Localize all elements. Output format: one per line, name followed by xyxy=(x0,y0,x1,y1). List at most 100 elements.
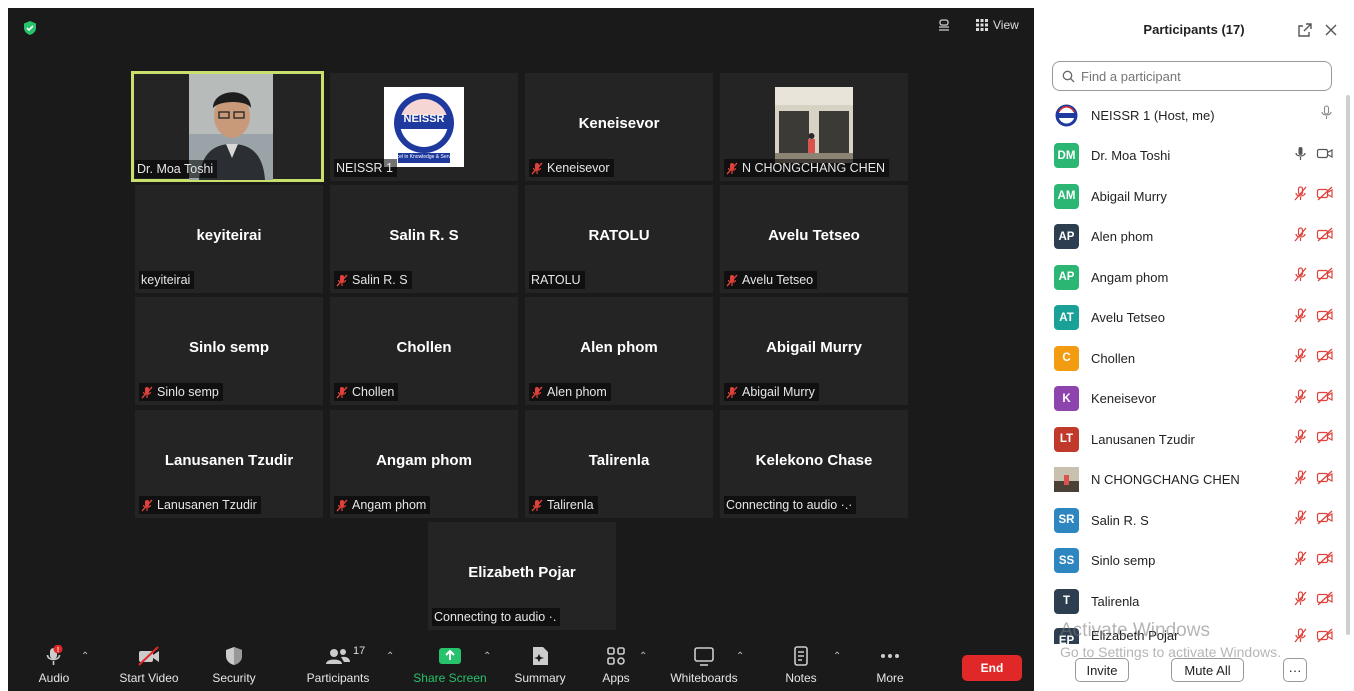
video-off-icon[interactable] xyxy=(1316,227,1334,247)
video-off-icon[interactable] xyxy=(1316,470,1334,490)
security-button[interactable]: Security xyxy=(208,645,260,685)
mic-icon[interactable] xyxy=(1319,105,1334,125)
close-icon[interactable] xyxy=(1325,24,1337,36)
video-off-icon[interactable] xyxy=(1316,389,1334,409)
find-participant-field[interactable] xyxy=(1052,61,1332,91)
tile-name: Abigail Murry xyxy=(742,385,815,399)
apps-button[interactable]: Apps xyxy=(598,645,634,685)
video-off-icon[interactable] xyxy=(1316,267,1334,287)
video-tile-chollen[interactable]: Chollen Chollen xyxy=(330,297,518,405)
share-screen-button[interactable]: Share Screen xyxy=(412,645,488,685)
pop-out-icon[interactable] xyxy=(1298,23,1312,37)
mic-muted-icon[interactable] xyxy=(1293,348,1308,368)
video-tile-dr-moa-toshi[interactable]: Dr. Moa Toshi xyxy=(131,71,324,182)
mic-muted-icon[interactable] xyxy=(1293,307,1308,328)
mic-muted-icon[interactable] xyxy=(1293,628,1308,644)
video-icon[interactable] xyxy=(1316,146,1334,166)
tile-center-name: Elizabeth Pojar xyxy=(468,564,576,581)
end-meeting-button[interactable]: End xyxy=(962,655,1022,681)
search-input[interactable] xyxy=(1079,68,1323,85)
mic-muted-icon[interactable] xyxy=(1293,388,1308,409)
video-off-icon[interactable] xyxy=(1316,510,1334,530)
video-off-icon[interactable] xyxy=(1316,308,1334,328)
audio-button[interactable]: ! Audio xyxy=(36,645,72,685)
panel-more-button[interactable]: ··· xyxy=(1283,658,1307,682)
video-tile-avelu-tetseo[interactable]: Avelu Tetseo Avelu Tetseo xyxy=(720,185,908,293)
immersive-view-icon[interactable] xyxy=(936,18,952,34)
video-off-icon[interactable] xyxy=(1316,628,1334,644)
whiteboards-button[interactable]: Whiteboards xyxy=(668,645,740,685)
mic-muted-icon xyxy=(531,162,543,174)
summary-button[interactable]: Summary xyxy=(513,645,567,685)
mic-muted-icon[interactable] xyxy=(1293,226,1308,247)
more-button[interactable]: More xyxy=(872,645,908,685)
video-tile-kelekono-chase[interactable]: Kelekono Chase Connecting to audio ·.· xyxy=(720,410,908,518)
participant-row[interactable]: NEISSR 1 (Host, me) xyxy=(1054,100,1334,130)
mute-all-button[interactable]: Mute All xyxy=(1171,658,1244,682)
video-tile-keyiteirai[interactable]: keyiteirai keyiteirai xyxy=(135,185,323,293)
video-tile-salin-r-s[interactable]: Salin R. S Salin R. S xyxy=(330,185,518,293)
tile-name-tag: RATOLU xyxy=(529,271,585,289)
participant-row[interactable]: AP Angam phom xyxy=(1054,262,1334,292)
audio-options-caret-icon[interactable]: ⌃ xyxy=(81,651,89,662)
tile-name-tag: NEISSR 1 xyxy=(334,159,397,177)
share-options-caret-icon[interactable]: ⌃ xyxy=(483,651,491,662)
video-tile-neissr-1[interactable]: NEISSR Excel in Knowledge & Service NEIS… xyxy=(330,73,518,181)
video-tile-abigail-murry[interactable]: Abigail Murry Abigail Murry xyxy=(720,297,908,405)
mic-muted-icon[interactable] xyxy=(1293,469,1308,490)
apps-options-caret-icon[interactable]: ⌃ xyxy=(639,651,647,662)
participant-row[interactable]: AM Abigail Murry xyxy=(1054,181,1334,211)
video-tile-angam-phom[interactable]: Angam phom Angam phom xyxy=(330,410,518,518)
tile-center-name: Kelekono Chase xyxy=(755,452,873,469)
participant-row[interactable]: AT Avelu Tetseo xyxy=(1054,303,1334,333)
video-off-icon[interactable] xyxy=(1316,186,1334,206)
tile-status-tag: Connecting to audio ·. xyxy=(432,608,561,626)
video-off-icon[interactable] xyxy=(1316,348,1334,368)
participant-list-scrollbar[interactable] xyxy=(1346,95,1350,635)
encryption-shield-icon[interactable] xyxy=(22,20,38,36)
whiteboards-options-caret-icon[interactable]: ⌃ xyxy=(736,651,744,662)
tile-center-name: RATOLU xyxy=(588,227,650,244)
mic-muted-icon[interactable] xyxy=(1293,429,1308,449)
participant-avatar: LT xyxy=(1054,426,1079,452)
video-tile-elizabeth-pojar[interactable]: Elizabeth Pojar Connecting to audio ·. xyxy=(428,522,616,630)
mic-icon[interactable] xyxy=(1293,146,1308,166)
apps-icon xyxy=(607,647,625,665)
mic-muted-icon[interactable] xyxy=(1293,186,1308,206)
mic-muted-icon[interactable] xyxy=(1293,550,1308,571)
participant-row[interactable]: K Keneisevor xyxy=(1054,384,1334,414)
view-button[interactable]: View xyxy=(976,18,1019,32)
video-off-icon[interactable] xyxy=(1316,591,1334,611)
participant-row[interactable]: N CHONGCHANG CHEN xyxy=(1054,465,1334,495)
tile-name-tag: Chollen xyxy=(334,383,399,401)
video-tile-alen-phom[interactable]: Alen phom Alen phom xyxy=(525,297,713,405)
participant-row[interactable]: SR Salin R. S xyxy=(1054,505,1334,535)
tile-status-tag: Connecting to audio ·.· xyxy=(724,496,857,514)
participant-row[interactable]: C Chollen xyxy=(1054,343,1334,373)
video-off-icon[interactable] xyxy=(1316,429,1334,449)
participant-name: Chollen xyxy=(1091,350,1136,366)
participant-row[interactable]: LT Lanusanen Tzudir xyxy=(1054,424,1334,454)
mic-muted-icon[interactable] xyxy=(1293,267,1308,287)
invite-button[interactable]: Invite xyxy=(1075,658,1129,682)
notes-button[interactable]: Notes xyxy=(783,645,819,685)
video-tile-sinlo-semp[interactable]: Sinlo semp Sinlo semp xyxy=(135,297,323,405)
video-tile-talirenla[interactable]: Talirenla Talirenla xyxy=(525,410,713,518)
participant-row[interactable]: DM Dr. Moa Toshi xyxy=(1054,141,1334,171)
participant-row[interactable]: T Talirenla xyxy=(1054,586,1334,616)
video-tile-keneisevor[interactable]: Keneisevor Keneisevor xyxy=(525,73,713,181)
participant-name: NEISSR 1 (Host, me) xyxy=(1091,107,1215,123)
start-video-button[interactable]: Start Video xyxy=(113,645,185,685)
participants-panel: Participants (17) NEISSR 1 (Host, me)DMD… xyxy=(1034,0,1354,691)
video-tile-n-chongchang-chen[interactable]: N CHONGCHANG CHEN xyxy=(720,73,908,181)
video-tile-ratolu[interactable]: RATOLU RATOLU xyxy=(525,185,713,293)
mic-muted-icon[interactable] xyxy=(1293,510,1308,530)
mic-muted-icon xyxy=(726,386,738,398)
video-tile-lanusanen-tzudir[interactable]: Lanusanen Tzudir Lanusanen Tzudir xyxy=(135,410,323,518)
mic-muted-icon[interactable] xyxy=(1293,591,1308,611)
participants-options-caret-icon[interactable]: ⌃ xyxy=(386,651,394,662)
participant-row[interactable]: SS Sinlo semp xyxy=(1054,546,1334,576)
video-off-icon[interactable] xyxy=(1316,551,1334,571)
participant-row[interactable]: AP Alen phom xyxy=(1054,222,1334,252)
notes-options-caret-icon[interactable]: ⌃ xyxy=(833,651,841,662)
